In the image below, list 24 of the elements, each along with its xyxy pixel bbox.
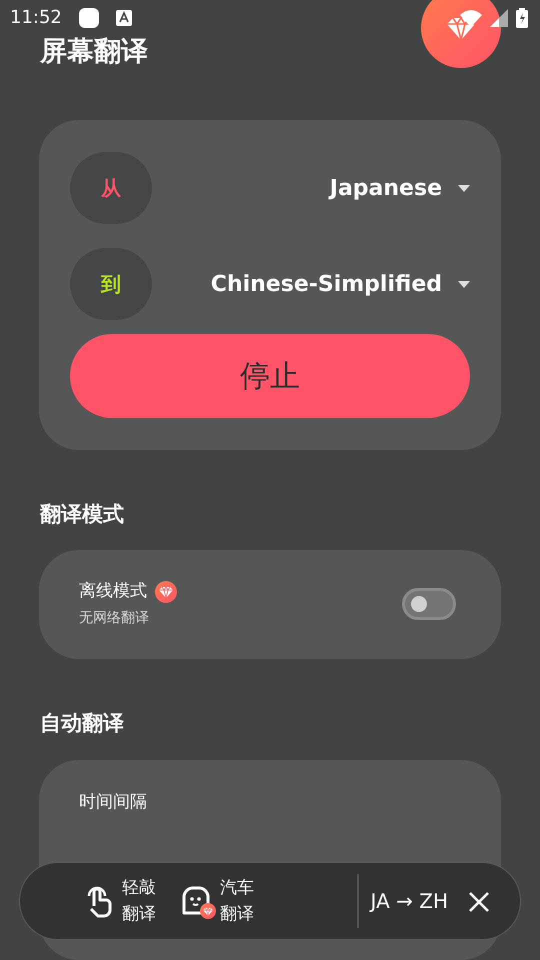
keyboard-icon [116, 10, 132, 26]
caret-icon [458, 184, 470, 192]
status-time: 11:52 [10, 7, 62, 29]
section-heading: 自动翻译 [40, 710, 125, 736]
caret-icon [458, 280, 470, 288]
battery-icon [516, 8, 528, 28]
language-dropdown[interactable]: Chinese-Simplified [210, 268, 470, 301]
language-label: 从 [70, 152, 152, 224]
toolbar-action[interactable]: 汽车 翻译 [180, 874, 254, 928]
setting-subtitle: 无网络翻译 [79, 609, 150, 628]
language-label: 到 [70, 248, 152, 320]
language-pair-button[interactable]: JA → ZH [370, 886, 448, 916]
section-heading: 翻译模式 [40, 502, 125, 528]
page-title: 屏幕翻译 [40, 36, 149, 68]
toggle-switch[interactable] [402, 588, 456, 620]
stop-button[interactable]: 停止 [70, 334, 470, 418]
language-dropdown[interactable]: Japanese [330, 172, 470, 205]
setting-title: 离线模式 [79, 580, 147, 603]
setting-title: 时间间隔 [79, 790, 148, 814]
toolbar-action[interactable]: 轻敲 翻译 [84, 874, 156, 928]
notification-icon [78, 7, 100, 29]
close-button[interactable] [468, 889, 490, 913]
wifi-icon [460, 9, 482, 27]
diamond-icon [447, 16, 475, 40]
